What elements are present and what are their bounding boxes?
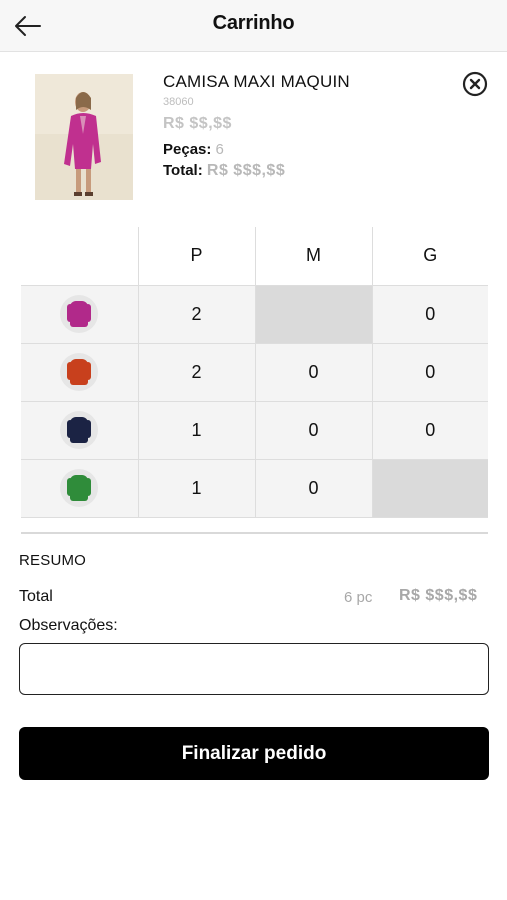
grid-header-row: P M G — [21, 227, 488, 286]
quantity-cell[interactable]: 0 — [371, 284, 488, 344]
quantity-cell[interactable]: 2 — [137, 342, 256, 402]
size-header: G — [371, 227, 488, 286]
quantity-cell[interactable]: 0 — [254, 342, 373, 402]
color-swatch-cell — [21, 400, 139, 460]
quantity-cell[interactable]: 0 — [254, 400, 373, 460]
color-swatch-magenta — [60, 295, 99, 333]
size-header: P — [137, 227, 256, 286]
quantity-cell[interactable]: 1 — [137, 400, 256, 460]
pieces-label: Peças: — [163, 141, 212, 158]
remove-item-button[interactable] — [462, 71, 488, 97]
grid-divider — [21, 532, 488, 534]
grid-row: 10 — [21, 458, 488, 518]
product-name: CAMISA MAXI MAQUIN — [163, 72, 350, 91]
grid-row: 100 — [21, 400, 488, 460]
shirt-icon-part — [70, 417, 89, 443]
product-price: R$ $$,$$ — [163, 115, 232, 132]
grid-corner-cell — [21, 227, 139, 286]
quantity-cell[interactable]: 1 — [137, 458, 256, 518]
unavailable-cell — [254, 284, 373, 344]
product-image[interactable] — [35, 74, 133, 200]
summary-total-label: Total — [19, 588, 53, 605]
product-total: Total: R$ $$$,$$ — [163, 162, 285, 180]
color-swatch-cell — [21, 342, 139, 402]
size-header: M — [254, 227, 373, 286]
summary-total-pieces: 6 pc — [344, 589, 373, 606]
grid-row: 20 — [21, 284, 488, 344]
size-quantity-grid: P M G 2020010010 — [21, 227, 488, 518]
color-swatch-orange — [60, 353, 99, 391]
color-swatch-cell — [21, 458, 139, 518]
product-total-label: Total: — [163, 162, 203, 179]
pieces-value: 6 — [215, 141, 224, 158]
quantity-cell[interactable]: 0 — [371, 400, 488, 460]
quantity-cell[interactable]: 2 — [137, 284, 256, 344]
shirt-icon-part — [70, 301, 89, 327]
shirt-icon-part — [70, 475, 89, 501]
unavailable-cell — [371, 458, 488, 518]
quantity-cell[interactable]: 0 — [371, 342, 488, 402]
color-swatch-navy — [60, 411, 99, 449]
color-swatch-cell — [21, 284, 139, 344]
summary-total-price: R$ $$$,$$ — [399, 587, 478, 604]
product-reference: 38060 — [163, 96, 194, 108]
product-pieces: Peças: 6 — [163, 141, 224, 158]
product-total-value: R$ $$$,$$ — [206, 162, 286, 179]
quantity-cell[interactable]: 0 — [254, 458, 373, 518]
summary-title: RESUMO — [19, 552, 87, 569]
grid-row: 200 — [21, 342, 488, 402]
page-title: Carrinho — [212, 12, 295, 34]
observations-input[interactable] — [19, 643, 489, 695]
close-circle-icon — [462, 71, 488, 97]
product-photo-illustration — [35, 74, 133, 200]
color-swatch-green — [60, 469, 99, 507]
finalize-order-button[interactable]: Finalizar pedido — [19, 727, 489, 780]
app-header: Carrinho — [0, 0, 507, 52]
cart-item: CAMISA MAXI MAQUIN 38060 R$ $$,$$ Peças:… — [0, 52, 507, 227]
observations-label: Observações: — [19, 617, 118, 634]
shirt-icon-part — [70, 359, 89, 385]
